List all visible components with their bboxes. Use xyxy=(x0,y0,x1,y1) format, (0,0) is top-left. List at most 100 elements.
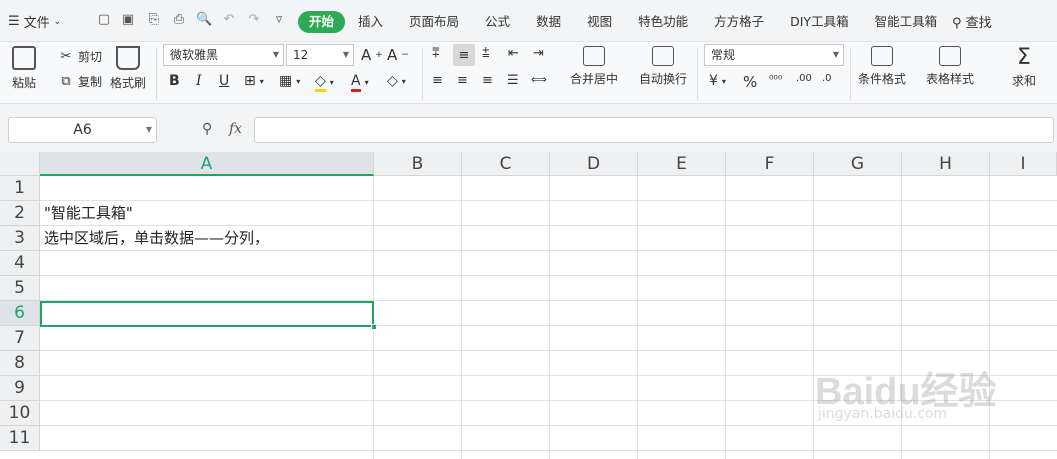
name-box[interactable]: A6 ▼ xyxy=(8,117,157,143)
font-size-select[interactable]: 12 ▼ xyxy=(286,44,354,66)
indent-increase-icon[interactable]: ⇥ xyxy=(533,46,544,61)
currency-icon[interactable]: ¥ ▾ xyxy=(709,73,726,89)
row-header-8[interactable]: 8 xyxy=(0,351,40,376)
row-header-3[interactable]: 3 xyxy=(0,226,40,251)
chevron-down-icon: ▼ xyxy=(832,50,839,59)
file-menu[interactable]: ☰ 文件 ⌄ xyxy=(8,12,61,31)
font-color-icon[interactable]: A ▾ xyxy=(351,73,369,92)
decrease-font-icon[interactable]: A − xyxy=(387,46,409,64)
border-icon[interactable]: ⊞ ▾ xyxy=(244,73,264,89)
tab-diy-toolbox[interactable]: DIY工具箱 xyxy=(777,11,861,33)
column-header-c[interactable]: C xyxy=(462,152,550,176)
row-header-10[interactable]: 10 xyxy=(0,401,40,426)
column-header-f[interactable]: F xyxy=(726,152,814,176)
column-header-b[interactable]: B xyxy=(374,152,462,176)
export-icon[interactable]: ⎘ xyxy=(146,12,162,28)
fill-handle[interactable] xyxy=(371,324,377,330)
column-header-a[interactable]: A xyxy=(40,152,374,176)
conditional-format-label: 条件格式 xyxy=(858,72,907,86)
tab-smart-toolbox[interactable]: 智能工具箱 xyxy=(862,11,951,33)
search-button[interactable]: ⚲ 查找 xyxy=(952,12,992,31)
row-header-6[interactable]: 6 xyxy=(0,301,40,326)
fill-color-icon[interactable]: ◇ ▾ xyxy=(315,73,334,92)
fill-pattern-icon[interactable]: ▦ ▾ xyxy=(279,73,300,89)
divider xyxy=(422,48,423,100)
underline-icon[interactable]: U xyxy=(219,73,229,89)
sum-button[interactable]: Σ 求和 xyxy=(1012,44,1036,89)
copy-button[interactable]: ⧉ 复制 xyxy=(58,73,102,90)
zoom-icon[interactable]: ⚲ xyxy=(202,121,212,137)
align-right-icon[interactable]: ≡ xyxy=(482,73,493,88)
font-name-select[interactable]: 微软雅黑 ▼ xyxy=(163,44,284,66)
tab-formula[interactable]: 公式 xyxy=(472,11,523,33)
row-header-5[interactable]: 5 xyxy=(0,276,40,301)
search-icon: ⚲ xyxy=(952,16,962,31)
save-icon[interactable]: ▣ xyxy=(120,12,136,28)
table-style-icon xyxy=(939,46,961,66)
merge-center-button[interactable]: 合并居中 xyxy=(570,46,618,87)
row-header-11[interactable]: 11 xyxy=(0,426,40,451)
justify-icon[interactable]: ☰ xyxy=(507,73,519,88)
conditional-format-button[interactable]: 条件格式 xyxy=(858,46,906,87)
tab-insert[interactable]: 插入 xyxy=(345,11,396,33)
cell-a2[interactable]: "智能工具箱" xyxy=(44,201,133,226)
undo-icon[interactable]: ↶ xyxy=(221,12,237,28)
column-header-i[interactable]: I xyxy=(990,152,1057,176)
align-bottom-icon[interactable]: ⩲ xyxy=(482,46,490,61)
row-header-9[interactable]: 9 xyxy=(0,376,40,401)
redo-icon[interactable]: ↷ xyxy=(246,12,262,28)
row-header-2[interactable]: 2 xyxy=(0,201,40,226)
tab-data[interactable]: 数据 xyxy=(523,11,574,33)
tab-fangfang[interactable]: 方方格子 xyxy=(701,11,777,33)
formula-input[interactable] xyxy=(254,117,1054,143)
column-header-h[interactable]: H xyxy=(902,152,990,176)
print-icon[interactable]: ⎙ xyxy=(171,12,187,28)
table-style-button[interactable]: 表格样式 xyxy=(926,46,974,87)
row-header-4[interactable]: 4 xyxy=(0,251,40,276)
distribute-icon[interactable]: ⟺ xyxy=(531,73,547,86)
bold-icon[interactable]: B xyxy=(169,73,180,89)
column-header-e[interactable]: E xyxy=(638,152,726,176)
column-header-g[interactable]: G xyxy=(814,152,902,176)
align-center-icon[interactable]: ≡ xyxy=(457,73,468,88)
tab-features[interactable]: 特色功能 xyxy=(625,11,701,33)
number-format-select[interactable]: 常规 ▼ xyxy=(704,44,844,66)
indent-decrease-icon[interactable]: ⇤ xyxy=(508,46,519,61)
increase-decimal-icon[interactable]: .00 xyxy=(796,73,812,84)
eraser-icon[interactable]: ◇ ▾ xyxy=(387,73,406,89)
fx-label[interactable]: fx xyxy=(229,121,242,137)
decrease-decimal-icon[interactable]: .0 xyxy=(822,73,832,84)
table-style-label: 表格样式 xyxy=(926,72,975,86)
row-header-7[interactable]: 7 xyxy=(0,326,40,351)
chevron-down-icon: ▼ xyxy=(342,50,349,59)
new-doc-icon[interactable]: ▢ xyxy=(96,12,112,28)
tab-page-layout[interactable]: 页面布局 xyxy=(396,11,472,33)
tab-start[interactable]: 开始 xyxy=(298,11,346,33)
italic-icon[interactable]: I xyxy=(196,73,202,89)
divider xyxy=(697,48,698,100)
align-top-icon[interactable]: ⩱ xyxy=(432,46,440,61)
cell-a3[interactable]: 选中区域后，单击数据——分列， xyxy=(44,226,269,251)
percent-icon[interactable]: % xyxy=(743,73,757,91)
thousands-icon[interactable]: ⁰⁰⁰ xyxy=(769,73,782,86)
active-cell-a6[interactable] xyxy=(40,301,374,327)
paste-button[interactable]: 粘贴 xyxy=(12,46,36,91)
increase-font-icon[interactable]: A + xyxy=(361,46,383,64)
more-icon[interactable]: ▿ xyxy=(271,12,287,28)
format-painter-button[interactable]: 格式刷 xyxy=(110,46,146,91)
column-header-d[interactable]: D xyxy=(550,152,638,176)
cut-button[interactable]: ✂ 剪切 xyxy=(58,48,102,65)
table-grid-icon xyxy=(871,46,893,66)
ribbon-tabs: 开始 插入 页面布局 公式 数据 视图 特色功能 方方格子 DIY工具箱 智能工… xyxy=(298,11,950,33)
menu-bar: ☰ 文件 ⌄ ▢ ▣ ⎘ ⎙ 🔍 ↶ ↷ ▿ 开始 插入 页面布局 公式 数据 … xyxy=(0,0,1057,42)
align-left-icon[interactable]: ≡ xyxy=(432,73,443,88)
watermark-url: jingyan.baidu.com xyxy=(818,406,948,422)
print-preview-icon[interactable]: 🔍 xyxy=(196,12,212,28)
tab-view[interactable]: 视图 xyxy=(574,11,625,33)
gridline xyxy=(461,176,462,459)
wrap-text-button[interactable]: 自动换行 xyxy=(639,46,687,87)
align-middle-icon[interactable]: ≡ xyxy=(453,44,475,66)
select-all-corner[interactable] xyxy=(0,152,40,176)
hamburger-icon: ☰ xyxy=(8,14,20,29)
row-header-1[interactable]: 1 xyxy=(0,176,40,201)
